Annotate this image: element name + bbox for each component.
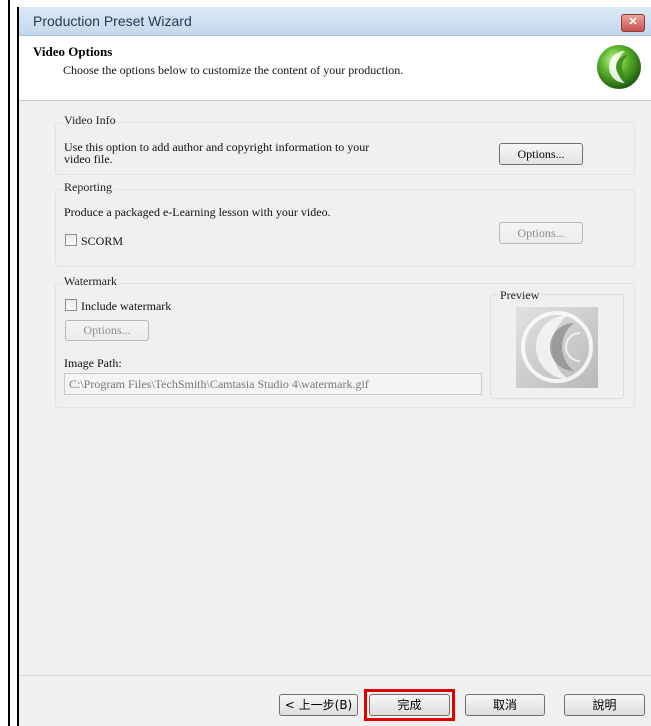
video-info-options-button[interactable]: Options... <box>499 143 583 165</box>
finish-highlight-box <box>364 689 455 721</box>
preview-label: Preview <box>498 288 542 303</box>
watermark-options-button[interactable]: Options... <box>65 320 149 341</box>
image-path-label: Image Path: <box>64 356 122 370</box>
wizard-window: Production Preset Wizard ✕ Video Options… <box>17 7 651 726</box>
page-subtitle: Choose the options below to customize th… <box>63 63 404 77</box>
back-button[interactable]: < 上一步(B) <box>279 694 358 716</box>
wizard-header: Video Options Choose the options below t… <box>19 36 651 101</box>
title-bar[interactable]: Production Preset Wizard ✕ <box>19 7 651 36</box>
window-title: Production Preset Wizard <box>33 13 192 29</box>
page-title: Video Options <box>33 44 113 59</box>
left-border-line <box>8 0 10 726</box>
reporting-options-button[interactable]: Options... <box>499 222 583 244</box>
image-path-field[interactable]: C:\Program Files\TechSmith\Camtasia Stud… <box>64 373 482 395</box>
footer-divider <box>19 675 651 676</box>
help-button[interactable]: 說明 <box>564 694 645 716</box>
scorm-checkbox[interactable] <box>65 234 77 246</box>
watermark-preview-image <box>516 307 598 388</box>
scorm-label[interactable]: SCORM <box>81 235 123 247</box>
include-watermark-checkbox[interactable] <box>65 299 77 311</box>
close-icon[interactable]: ✕ <box>621 14 645 32</box>
video-info-label: Video Info <box>62 113 118 128</box>
reporting-description: Produce a packaged e-Learning lesson wit… <box>64 205 331 219</box>
include-watermark-label[interactable]: Include watermark <box>81 300 171 312</box>
watermark-label: Watermark <box>62 274 120 289</box>
cancel-button[interactable]: 取消 <box>465 694 545 716</box>
video-info-description-line2: video file. <box>64 152 113 166</box>
reporting-label: Reporting <box>62 180 114 195</box>
camtasia-logo-icon <box>597 45 641 89</box>
